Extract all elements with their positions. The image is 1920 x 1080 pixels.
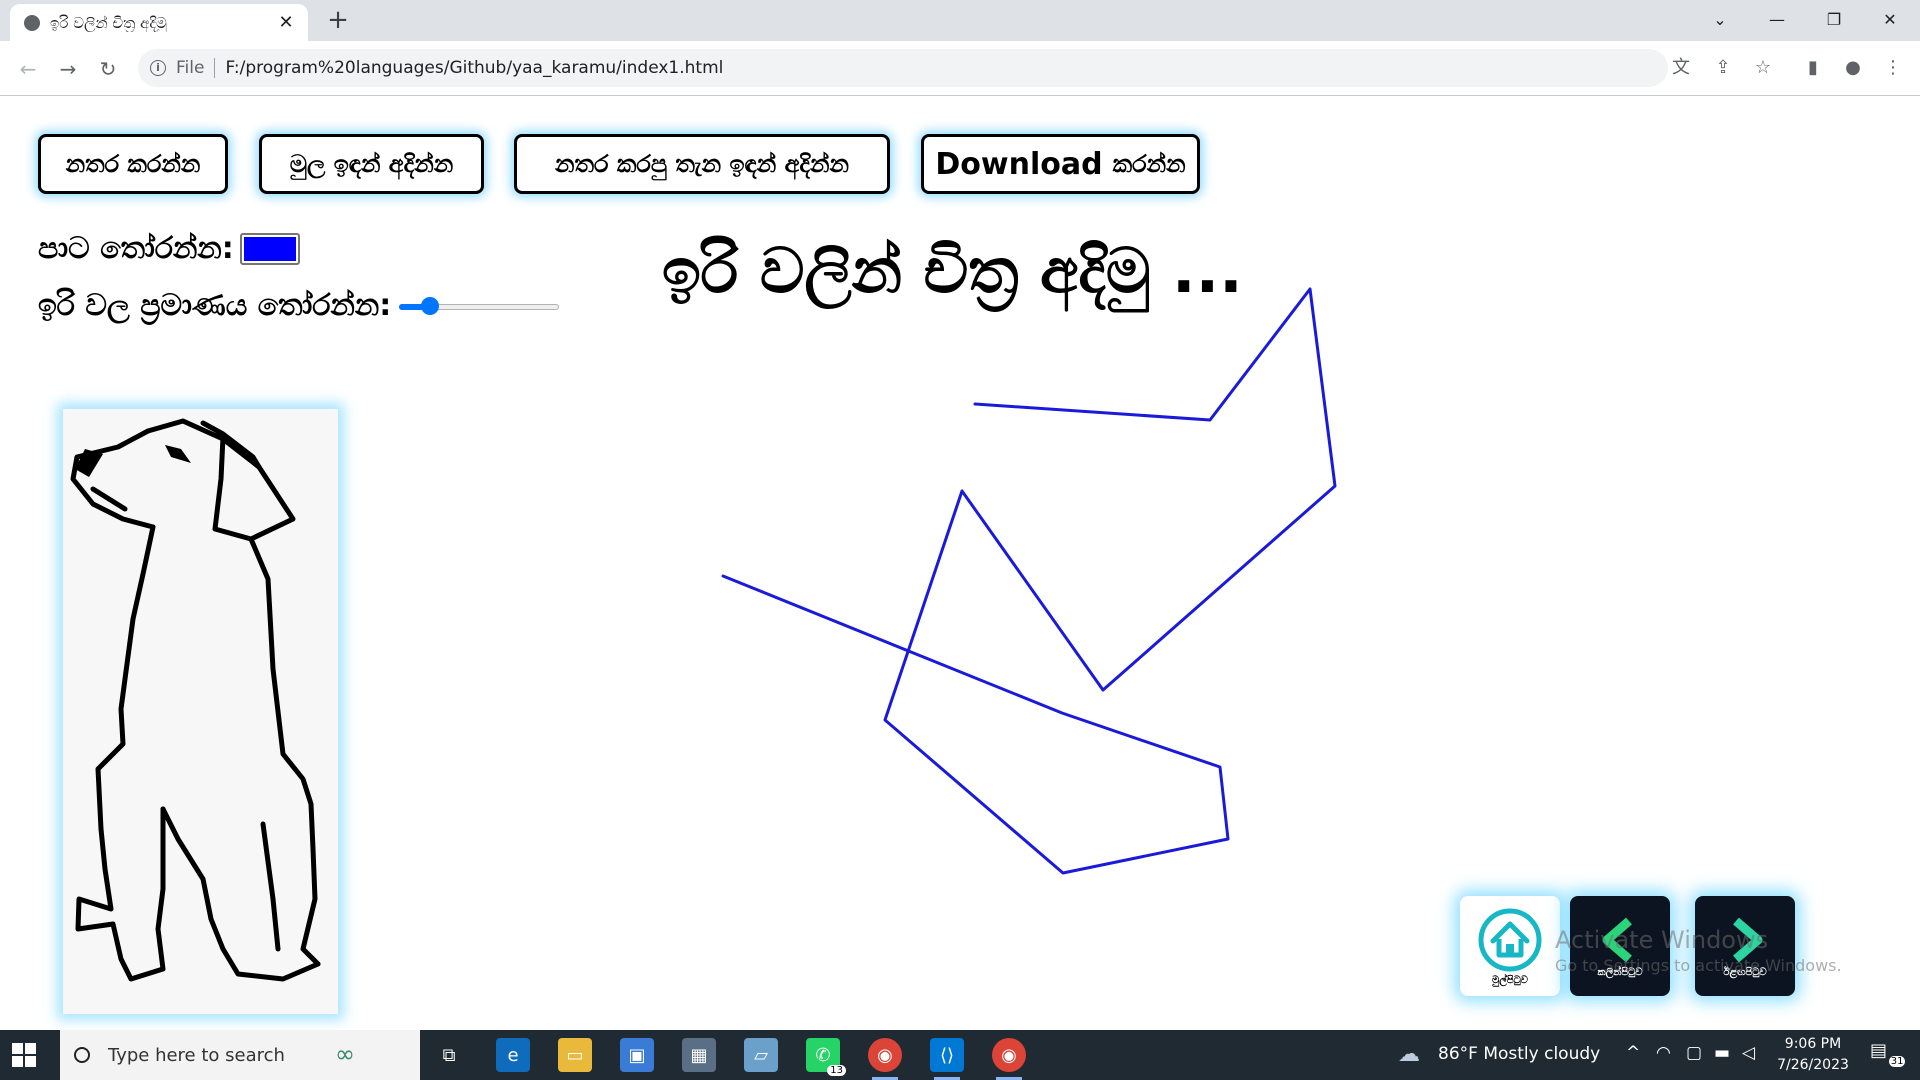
whatsapp-icon[interactable]: ✆ 13 bbox=[806, 1038, 846, 1076]
slider-thumb[interactable] bbox=[420, 296, 439, 315]
taskbar-search-placeholder: Type here to search bbox=[108, 1044, 285, 1066]
dog-front-leg-right bbox=[160, 806, 321, 982]
browser-toolbar: ← → ↻ i File F:/program%20languages/Gith… bbox=[0, 41, 1920, 96]
file-explorer-icon[interactable]: ▭ bbox=[558, 1038, 592, 1072]
this-pc-icon[interactable]: ▣ bbox=[620, 1038, 654, 1072]
color-picker-fill bbox=[243, 236, 296, 261]
dog-illustration bbox=[70, 418, 321, 982]
edge-icon[interactable]: e bbox=[496, 1038, 530, 1072]
url-text[interactable]: F:/program%20languages/Github/yaa_karamu… bbox=[225, 58, 723, 78]
vscode-icon[interactable]: ⟨⟩ bbox=[930, 1038, 964, 1080]
tab-title: ඉරි වලින් චිත්‍ර අදිමු bbox=[50, 13, 167, 32]
search-icon bbox=[74, 1047, 90, 1063]
line-width-slider[interactable] bbox=[399, 295, 560, 317]
dog-head-outline bbox=[145, 418, 262, 470]
share-icon[interactable]: ⇪ bbox=[1710, 55, 1736, 81]
network-icon[interactable]: ◠ bbox=[1656, 1043, 1671, 1063]
dog-eye bbox=[165, 445, 191, 463]
profile-icon[interactable]: ● bbox=[1840, 55, 1866, 81]
windows-taskbar: Type here to search ∞ ⧉ e ▭ ▣ ▦ ▱ ✆ 13 ◉… bbox=[0, 1030, 1920, 1080]
dog-nose bbox=[75, 449, 103, 477]
size-row: ඉරි වල ප්‍රමාණය තෝරන්න: bbox=[38, 288, 560, 323]
clock-time: 9:06 PM bbox=[1784, 1036, 1842, 1052]
forward-arrow-icon[interactable]: → bbox=[52, 53, 84, 85]
dog-reference-image bbox=[63, 409, 338, 1014]
dog-face bbox=[70, 428, 156, 530]
restore-icon[interactable]: ❐ bbox=[1814, 6, 1854, 34]
globe-icon bbox=[24, 14, 40, 31]
stop-button[interactable]: නතර කරන්න bbox=[38, 134, 228, 194]
search-highlight-icon[interactable]: ∞ bbox=[335, 1040, 355, 1068]
forward-caption: ඊළඟපිටුව bbox=[1723, 966, 1767, 978]
bookmark-star-icon[interactable]: ☆ bbox=[1750, 55, 1776, 81]
windows-start-icon[interactable] bbox=[12, 1043, 36, 1067]
dog-chest bbox=[95, 524, 156, 832]
page-heading: ඉරි වලින් චිත්‍ර අදිමු ... bbox=[662, 234, 1243, 307]
dog-hind-line bbox=[260, 821, 281, 952]
address-bar[interactable]: i File F:/program%20languages/Github/yaa… bbox=[138, 49, 1668, 87]
previous-page-button[interactable]: කලින්පිටුව bbox=[1570, 896, 1670, 996]
cloud-icon[interactable]: ☁ bbox=[1398, 1042, 1420, 1067]
task-view-icon[interactable]: ⧉ bbox=[432, 1038, 466, 1072]
size-label: ඉරි වල ප්‍රමාණය තෝරන්න: bbox=[38, 288, 392, 323]
color-row: පාට තෝරන්න: bbox=[38, 231, 300, 266]
color-label: පාට තෝරන්න: bbox=[38, 231, 234, 266]
home-icon bbox=[1478, 908, 1542, 971]
browser-tab[interactable]: ඉරි වලින් චිත්‍ර අදිමු ✕ bbox=[10, 4, 308, 41]
notepad-icon[interactable]: ▱ bbox=[744, 1038, 778, 1072]
menu-kebab-icon[interactable]: ⋮ bbox=[1880, 55, 1906, 81]
system-clock[interactable]: 9:06 PM 7/26/2023 bbox=[1768, 1034, 1858, 1076]
chevron-right-icon bbox=[1733, 917, 1763, 962]
download-suffix: කරන්න bbox=[1112, 150, 1186, 178]
dog-front-leg-left bbox=[75, 806, 166, 982]
tray-chevron-icon[interactable]: ^ bbox=[1626, 1043, 1640, 1063]
page-content[interactable]: නතර කරන්න මුල ඉඳන් අදින්න නතර කරපු තැන ඉ… bbox=[0, 96, 1920, 1030]
translate-icon[interactable]: 文 bbox=[1668, 55, 1694, 81]
calculator-icon[interactable]: ▦ bbox=[682, 1038, 716, 1072]
notifications-icon[interactable]: ▤ 31 bbox=[1870, 1040, 1909, 1067]
side-panel-icon[interactable]: ▮ bbox=[1800, 55, 1826, 81]
next-page-button[interactable]: ඊළඟපිටුව bbox=[1695, 896, 1795, 996]
color-picker[interactable] bbox=[239, 232, 300, 265]
download-word: Download bbox=[935, 146, 1103, 182]
new-tab-button[interactable]: + bbox=[324, 7, 352, 35]
close-tab-icon[interactable]: ✕ bbox=[276, 12, 296, 33]
file-scheme-label: File bbox=[176, 58, 216, 78]
tab-search-icon[interactable]: ⌄ bbox=[1700, 6, 1740, 34]
close-window-icon[interactable]: ✕ bbox=[1870, 6, 1910, 34]
battery-icon[interactable]: ▬ bbox=[1714, 1043, 1730, 1063]
chrome-profile-icon[interactable]: ◉ bbox=[868, 1038, 902, 1080]
clock-date: 7/26/2023 bbox=[1777, 1057, 1849, 1073]
notification-count: 31 bbox=[1888, 1056, 1906, 1067]
back-caption: කලින්පිටුව bbox=[1597, 966, 1643, 978]
dog-back bbox=[248, 536, 321, 967]
device-icon[interactable]: ▢ bbox=[1686, 1043, 1702, 1063]
tab-strip: ඉරි වලින් චිත්‍ර අදිමු ✕ + ⌄ — ❐ ✕ bbox=[0, 0, 1920, 41]
chrome-icon[interactable]: ◉ bbox=[992, 1038, 1026, 1080]
reload-icon[interactable]: ↻ bbox=[92, 53, 124, 85]
back-arrow-icon[interactable]: ← bbox=[12, 53, 44, 85]
download-button[interactable]: Download කරන්න bbox=[921, 134, 1200, 194]
taskbar-search-box[interactable]: Type here to search ∞ bbox=[60, 1030, 420, 1080]
info-icon[interactable]: i bbox=[150, 60, 166, 76]
minimize-icon[interactable]: — bbox=[1757, 6, 1797, 34]
chevron-left-icon bbox=[1602, 917, 1632, 962]
weather-text[interactable]: 86°F Mostly cloudy bbox=[1438, 1044, 1600, 1064]
resume-drawing-button[interactable]: නතර කරපු තැන ඉඳන් අදින්න bbox=[514, 134, 890, 194]
volume-icon[interactable]: ◁ bbox=[1742, 1043, 1755, 1063]
home-button[interactable]: මුල්පිටුව bbox=[1460, 896, 1560, 996]
drawn-line-stroke bbox=[721, 287, 1337, 875]
home-caption: මුල්පිටුව bbox=[1492, 974, 1528, 986]
redraw-original-button[interactable]: මුල ඉඳන් අදින්න bbox=[259, 134, 484, 194]
whatsapp-badge: 13 bbox=[827, 1065, 846, 1076]
dog-ear bbox=[212, 434, 296, 542]
